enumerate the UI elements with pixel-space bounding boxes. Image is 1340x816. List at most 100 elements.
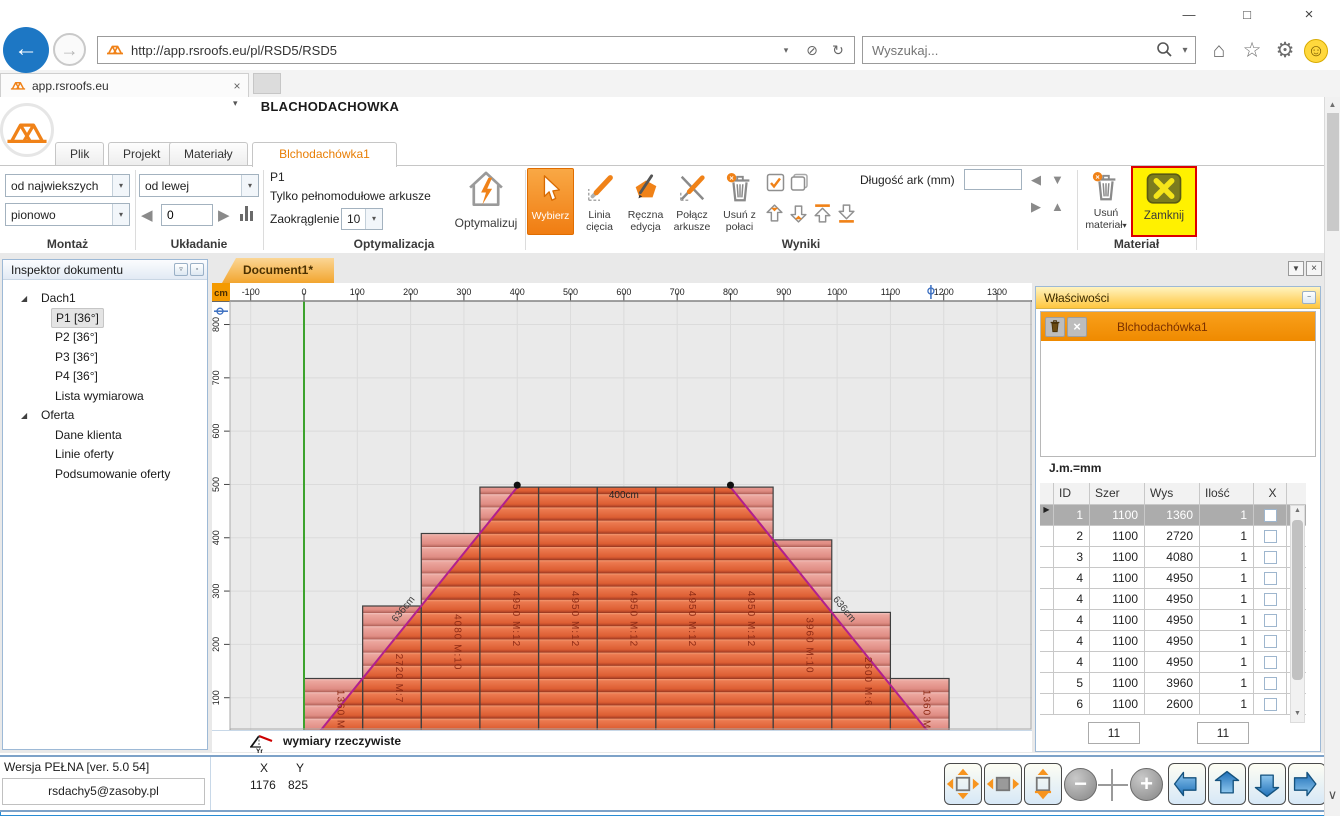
- search-dropdown-icon[interactable]: ▾: [1175, 45, 1195, 56]
- pan-up-button[interactable]: [1208, 763, 1246, 805]
- join-sheets-button[interactable]: Połącz arkusze: [669, 168, 715, 235]
- rounding-combobox[interactable]: 10▾: [341, 208, 383, 230]
- document-menu-icon[interactable]: ▼: [1288, 261, 1304, 276]
- row-checkbox[interactable]: [1264, 551, 1277, 564]
- scroll-down-chevron-icon[interactable]: ∨: [1325, 787, 1340, 803]
- row-checkbox[interactable]: [1264, 677, 1277, 690]
- ribbon-tab-materialy[interactable]: Materiały: [169, 142, 248, 166]
- nudge-left-icon[interactable]: ◀: [1031, 172, 1041, 188]
- properties-header[interactable]: Właściwości −: [1036, 287, 1320, 309]
- inspector-header[interactable]: Inspektor dokumentu ▿ ▫: [3, 260, 207, 280]
- column-header[interactable]: X: [1254, 483, 1287, 504]
- window-minimize-button[interactable]: —: [1172, 4, 1206, 26]
- shift-right-icon[interactable]: ▶: [218, 206, 230, 224]
- remove-material-button[interactable]: × Usuń materiał▾: [1082, 168, 1130, 235]
- tree-node[interactable]: ◢Dach1: [3, 289, 207, 309]
- row-checkbox[interactable]: [1264, 593, 1277, 606]
- montaz-order-combobox[interactable]: od najwiekszych▾: [5, 174, 130, 197]
- scroll-up-icon[interactable]: ▲: [1291, 507, 1304, 514]
- ukladanie-start-combobox[interactable]: od lewej▾: [139, 174, 259, 197]
- scroll-up-icon[interactable]: ▲: [1325, 97, 1340, 113]
- home-icon[interactable]: ⌂: [1205, 38, 1233, 64]
- pan-left-button[interactable]: [1168, 763, 1206, 805]
- move-to-bottom-arrow-icon[interactable]: [836, 203, 857, 227]
- window-close-button[interactable]: ×: [1292, 4, 1326, 26]
- pan-down-button[interactable]: [1248, 763, 1286, 805]
- real-dimensions-icon[interactable]: Yr: [248, 732, 276, 753]
- distribute-bars-icon[interactable]: [240, 206, 255, 221]
- tab-close-icon[interactable]: ×: [226, 79, 248, 93]
- tree-node[interactable]: ◢Oferta: [3, 406, 207, 426]
- column-header[interactable]: Wys: [1145, 483, 1200, 504]
- back-button[interactable]: ←: [3, 27, 49, 73]
- favorites-star-icon[interactable]: ☆: [1238, 38, 1266, 64]
- table-row[interactable]: 4110049501: [1040, 631, 1306, 652]
- settings-gear-icon[interactable]: ⚙: [1271, 38, 1299, 64]
- address-bar[interactable]: ▾ ⊘ ↻: [97, 36, 855, 64]
- ribbon-tab-projekt[interactable]: Projekt: [108, 142, 175, 166]
- zoom-out-button[interactable]: −: [1064, 768, 1097, 801]
- move-to-top-arrow-icon[interactable]: [812, 203, 833, 227]
- tree-node[interactable]: Linie oferty: [3, 445, 207, 465]
- refresh-icon[interactable]: ↻: [826, 42, 850, 59]
- restore-icon[interactable]: ▫: [190, 263, 204, 276]
- row-checkbox[interactable]: [1264, 656, 1277, 669]
- scrollbar-thumb[interactable]: [1292, 520, 1303, 680]
- column-header[interactable]: Ilość: [1200, 483, 1254, 504]
- expander-icon[interactable]: ◢: [21, 289, 27, 309]
- row-checkbox[interactable]: [1264, 509, 1277, 522]
- remove-from-slope-button[interactable]: × Usuń z połaci: [716, 168, 763, 235]
- nudge-right-icon[interactable]: ▶: [1031, 199, 1041, 215]
- tracking-protection-icon[interactable]: ⊘: [800, 42, 824, 59]
- shift-left-icon[interactable]: ◀: [141, 206, 153, 224]
- nudge-down-icon[interactable]: ▼: [1051, 172, 1064, 187]
- tree-node[interactable]: P2 [36°]: [3, 328, 207, 348]
- search-box[interactable]: ▾: [862, 36, 1196, 64]
- tree-node[interactable]: P3 [36°]: [3, 348, 207, 368]
- table-row[interactable]: 6110026001: [1040, 694, 1306, 715]
- move-down-arrow-icon[interactable]: [788, 203, 809, 227]
- new-tab-button[interactable]: [253, 73, 281, 94]
- browser-scrollbar[interactable]: ▲ ∨: [1324, 97, 1340, 816]
- table-scrollbar[interactable]: ▲ ▼: [1290, 505, 1305, 723]
- montaz-direction-combobox[interactable]: pionowo▾: [5, 203, 130, 226]
- tree-node[interactable]: Podsumowanie oferty: [3, 465, 207, 485]
- tree-node[interactable]: Lista wymiarowa: [3, 387, 207, 407]
- nudge-up-icon[interactable]: ▲: [1051, 199, 1064, 214]
- scrollbar-thumb[interactable]: [1327, 113, 1339, 231]
- pan-right-button[interactable]: [1288, 763, 1326, 805]
- forward-button[interactable]: →: [53, 33, 86, 66]
- optimize-button[interactable]: Optymalizuj: [447, 168, 525, 231]
- table-row[interactable]: 5110039601: [1040, 673, 1306, 694]
- chevron-down-icon[interactable]: ▾: [241, 175, 258, 196]
- material-list-item[interactable]: × Blchodachówka1: [1041, 312, 1315, 341]
- select-tool-button[interactable]: Wybierz: [527, 168, 574, 235]
- zoom-fit-width-button[interactable]: [984, 763, 1022, 805]
- table-row[interactable]: 4110049501: [1040, 589, 1306, 610]
- table-row[interactable]: 3110040801: [1040, 547, 1306, 568]
- scroll-down-icon[interactable]: ▼: [1291, 710, 1304, 717]
- collapse-icon[interactable]: ▿: [174, 263, 188, 276]
- close-material-button[interactable]: Zamknij: [1131, 166, 1197, 237]
- manual-edit-button[interactable]: Ręczna edycja: [623, 168, 668, 235]
- row-checkbox[interactable]: [1264, 572, 1277, 585]
- table-row[interactable]: 4110049501: [1040, 610, 1306, 631]
- window-maximize-button[interactable]: □: [1230, 4, 1264, 26]
- table-row[interactable]: 4110049501: [1040, 652, 1306, 673]
- tree-node[interactable]: P1 [36°]: [3, 309, 207, 329]
- search-icon[interactable]: [1155, 40, 1173, 61]
- url-input[interactable]: [131, 43, 774, 58]
- ribbon-tab-plik[interactable]: Plik: [55, 142, 104, 166]
- table-row[interactable]: ▶1110013601: [1040, 505, 1306, 526]
- app-logo[interactable]: [0, 103, 54, 157]
- zoom-fit-height-button[interactable]: [1024, 763, 1062, 805]
- chevron-down-icon[interactable]: ▾: [112, 204, 129, 225]
- row-checkbox[interactable]: [1264, 635, 1277, 648]
- ribbon-tab-blachodachowka[interactable]: Blchodachówka1: [252, 142, 397, 167]
- minimize-icon[interactable]: −: [1302, 291, 1316, 304]
- zoom-in-button[interactable]: +: [1130, 768, 1163, 801]
- cut-line-button[interactable]: Linia cięcia: [577, 168, 622, 235]
- chevron-down-icon[interactable]: ▾: [112, 175, 129, 196]
- column-header[interactable]: Szer: [1090, 483, 1145, 504]
- offset-input[interactable]: [161, 204, 213, 226]
